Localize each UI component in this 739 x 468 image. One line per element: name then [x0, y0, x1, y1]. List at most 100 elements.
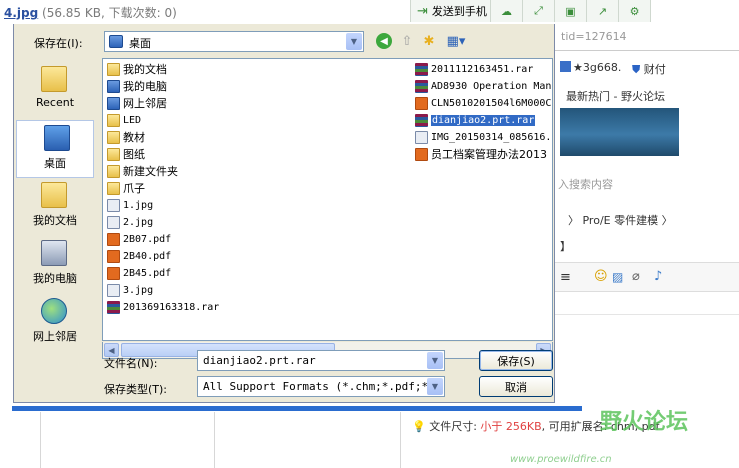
file-item[interactable]: 新建文件夹 — [107, 163, 407, 179]
file-name: 2011112163451.rar — [431, 63, 534, 75]
filetype-select[interactable]: All Support Formats (*.chm;*.pdf;*.zi ▼ — [197, 376, 445, 397]
folder-icon — [107, 113, 120, 127]
file-item[interactable]: 3.jpg — [107, 282, 407, 298]
file-name: AD8930 Operation Man — [431, 80, 551, 92]
hot-topics-link[interactable]: 最新热门 - 野火论坛 — [566, 88, 665, 104]
page-bottom-area: 💡 文件尺寸: 小于 256KB, 可用扩展名: chm, pdf 野火论坛 w… — [0, 404, 739, 468]
wealth-link[interactable]: ⛊ 财付 — [632, 61, 666, 77]
file-item[interactable]: 教材 — [107, 129, 407, 145]
filename-input[interactable]: dianjiao2.prt.rar ▼ — [197, 350, 445, 371]
file-item[interactable]: 2B45.pdf — [107, 265, 407, 281]
desktop-small-icon — [109, 35, 123, 48]
lightbulb-icon: 💡 — [412, 420, 426, 433]
file-item[interactable]: 2B07.pdf — [107, 231, 407, 247]
file-item[interactable]: IMG_20150314_085616. — [415, 129, 551, 145]
attachment-icon[interactable]: ⌀ — [632, 269, 640, 284]
file-item[interactable]: 爪子 — [107, 180, 407, 196]
filename-value: dianjiao2.prt.rar — [203, 354, 316, 367]
folder-icon — [107, 164, 120, 178]
view-menu-icon[interactable]: ▦▾ — [444, 32, 468, 50]
file-item[interactable]: 我的文档 — [107, 61, 407, 77]
file-item[interactable]: LED — [107, 112, 407, 128]
place-my-computer[interactable]: 我的电脑 — [14, 236, 96, 294]
export-icon: ⇥ — [417, 3, 428, 19]
file-item[interactable]: 1.jpg — [107, 197, 407, 213]
page-header-bar: 4.jpg (56.85 KB, 下载次数: 0) ⇥ 发送到手机 ☁ ⤢ ▣ … — [0, 0, 739, 24]
user-icon — [560, 61, 571, 72]
chevron-down-icon[interactable]: ▼ — [346, 33, 362, 50]
place-desktop[interactable]: 桌面 — [16, 120, 94, 178]
save-page-button[interactable]: ▣ — [555, 0, 587, 22]
align-icon[interactable]: ≡ — [560, 270, 571, 285]
hint-label: 文件尺寸: — [429, 420, 481, 433]
chevron-down-icon[interactable]: ▼ — [427, 352, 443, 369]
address-fragment: tid=127614 — [561, 30, 627, 43]
attachment-link[interactable]: 4.jpg — [4, 6, 38, 20]
attachment-info: 4.jpg (56.85 KB, 下载次数: 0) — [4, 4, 177, 21]
watermark-url: www.proewildfire.cn — [510, 454, 612, 465]
music-icon[interactable]: ♪ — [654, 269, 662, 284]
cloud-icon: ☁ — [501, 4, 512, 18]
file-item[interactable]: 2B40.pdf — [107, 248, 407, 264]
file-item[interactable]: 201369163318.rar — [107, 299, 407, 315]
page-right-panel: tid=127614 ★3g668. ⛊ 财付 最新热门 - 野火论坛 入搜索内… — [550, 24, 739, 404]
recent-folder-icon — [41, 66, 67, 92]
user-link[interactable]: ★3g668. — [560, 61, 621, 74]
settings-button[interactable]: ⚙ — [619, 0, 651, 22]
fullscreen-button[interactable]: ⤢ — [523, 0, 555, 22]
file-name: CLN5010201504l6M000C — [431, 97, 551, 109]
divider — [400, 412, 401, 468]
file-item[interactable]: 2011112163451.rar — [415, 61, 551, 77]
file-item[interactable]: CLN5010201504l6M000C — [415, 95, 551, 111]
send-to-phone-button[interactable]: ⇥ 发送到手机 — [411, 0, 491, 22]
search-input[interactable]: 入搜索内容 — [558, 176, 613, 192]
place-my-documents[interactable]: 我的文档 — [14, 178, 96, 236]
file-name: 图纸 — [123, 148, 145, 161]
file-item[interactable]: 2.jpg — [107, 214, 407, 230]
place-recent[interactable]: Recent — [14, 62, 96, 120]
share-icon: ↗ — [597, 4, 608, 18]
chevron-down-icon[interactable]: ▼ — [427, 378, 443, 395]
desktop-icon — [44, 125, 70, 151]
gear-icon: ⚙ — [629, 4, 640, 18]
system-icon — [107, 96, 120, 110]
divider — [550, 314, 739, 315]
file-name: 2B40.pdf — [123, 250, 172, 262]
file-name: 3.jpg — [123, 284, 154, 296]
back-icon[interactable]: ◀ — [376, 33, 392, 49]
folder-icon — [107, 147, 120, 161]
place-network[interactable]: 网上邻居 — [14, 294, 96, 352]
file-list[interactable]: 我的文档 我的电脑 网上邻居 LED 教材图纸新建文件夹 爪子 1.jpg 2.jpg 2B07… — [102, 58, 553, 341]
place-label: 我的电脑 — [33, 272, 77, 285]
file-item[interactable]: 图纸 — [107, 146, 407, 162]
save-button[interactable]: 保存(S) — [479, 350, 553, 371]
folder-icon — [107, 181, 120, 195]
save-in-dropdown[interactable]: 桌面 ▼ — [104, 31, 364, 52]
up-folder-icon[interactable]: ⇧ — [398, 32, 416, 50]
file-name: 2B45.pdf — [123, 267, 172, 279]
file-item[interactable]: 网上邻居 — [107, 95, 407, 111]
banner-image — [560, 108, 679, 156]
filename-label: 文件名(N): — [104, 357, 158, 370]
file-name: 教材 — [123, 131, 145, 144]
archive-icon — [415, 79, 428, 93]
new-folder-icon[interactable]: ✱ — [420, 32, 438, 50]
divider — [40, 412, 41, 468]
share-button[interactable]: ↗ — [587, 0, 619, 22]
save-in-label: 保存在(I): — [34, 37, 83, 50]
file-item[interactable]: AD8930 Operation Man — [415, 78, 551, 94]
folder-icon — [107, 130, 120, 144]
cloud-button[interactable]: ☁ — [491, 0, 523, 22]
image-icon[interactable]: ▨ — [612, 270, 623, 284]
file-item[interactable]: 员工档案管理办法2013 — [415, 146, 551, 162]
file-item[interactable]: dianjiao2.prt.rar — [415, 112, 551, 128]
cancel-button[interactable]: 取消 — [479, 376, 553, 397]
expand-icon: ⤢ — [534, 4, 543, 17]
my-documents-icon — [41, 182, 67, 208]
image-file-icon — [107, 215, 120, 229]
pdf-icon — [415, 147, 428, 161]
file-item[interactable]: 我的电脑 — [107, 78, 407, 94]
file-name: 201369163318.rar — [123, 301, 220, 313]
file-name: IMG_20150314_085616. — [431, 131, 551, 143]
smiley-icon[interactable]: ☺ — [594, 269, 608, 284]
